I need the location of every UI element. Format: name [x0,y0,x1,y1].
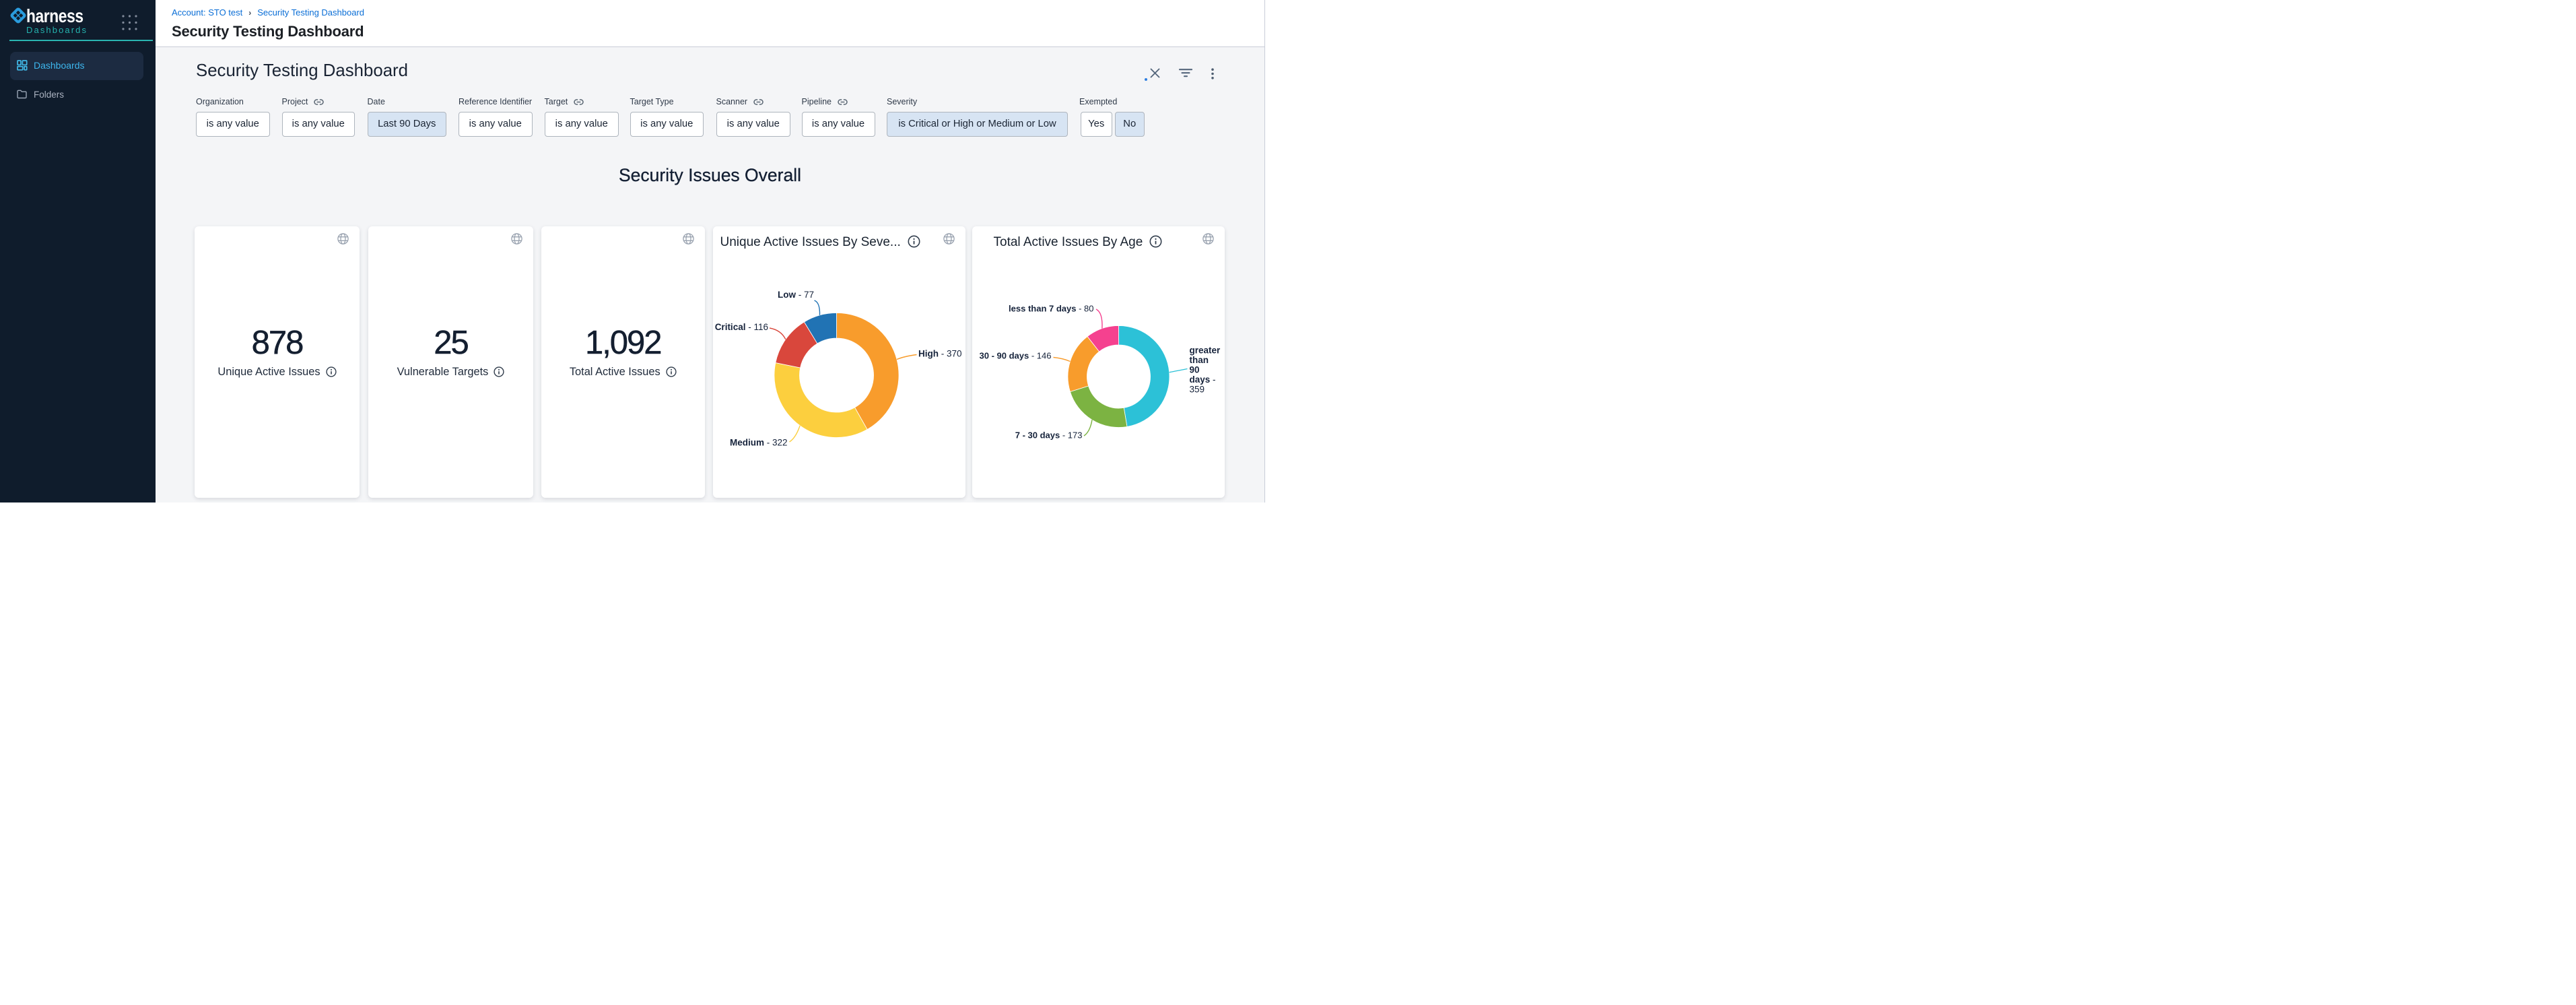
svg-text:Medium - 322: Medium - 322 [730,438,788,448]
svg-text:days -: days - [1190,375,1216,385]
svg-text:than: than [1190,355,1209,365]
svg-text:High - 370: High - 370 [918,349,962,359]
svg-text:greater: greater [1190,346,1221,356]
svg-text:Critical - 116: Critical - 116 [715,322,768,332]
svg-text:Low - 77: Low - 77 [778,290,814,300]
svg-text:7 - 30 days - 173: 7 - 30 days - 173 [1015,430,1083,441]
svg-text:30 - 90 days - 146: 30 - 90 days - 146 [980,351,1052,361]
svg-text:90: 90 [1190,365,1200,375]
svg-text:less than 7 days - 80: less than 7 days - 80 [1009,304,1093,314]
svg-text:359: 359 [1190,385,1205,395]
